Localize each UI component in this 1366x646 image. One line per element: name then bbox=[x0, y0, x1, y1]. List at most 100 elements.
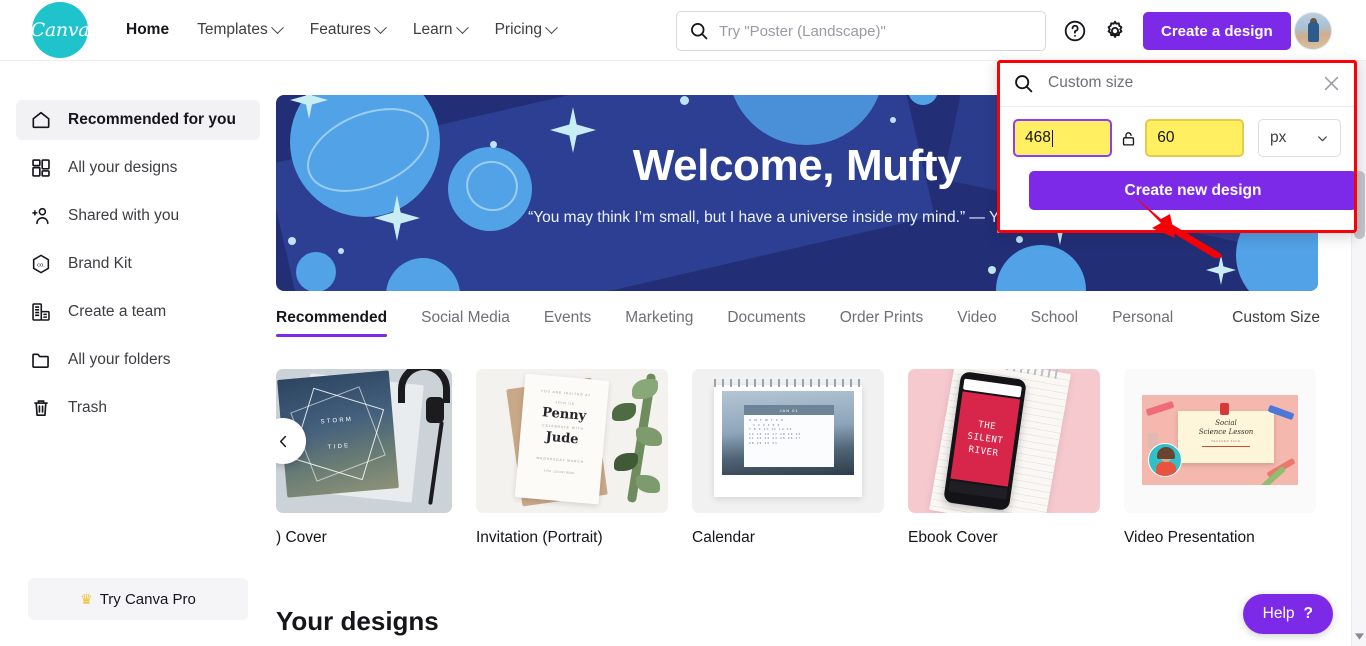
tab-label: Personal bbox=[1112, 309, 1174, 326]
brand-hexagon-icon: co. bbox=[32, 254, 50, 274]
template-card[interactable]: YOU ARE INVITED AT JOIN US Penny CELEBRA… bbox=[476, 369, 668, 547]
nav-item-templates-label: Templates bbox=[197, 21, 268, 38]
custom-size-panel-body: Custom size 468 60 px Create new design bbox=[997, 60, 1357, 233]
aspect-lock-button[interactable] bbox=[1112, 130, 1145, 147]
tab-label: School bbox=[1030, 309, 1079, 326]
template-card[interactable]: STORM TIDE ) Cover bbox=[276, 369, 452, 547]
tab-recommended[interactable]: Recommended bbox=[276, 309, 404, 337]
tab-events[interactable]: Events bbox=[527, 309, 608, 337]
avatar[interactable] bbox=[1294, 12, 1332, 50]
tab-label: Documents bbox=[727, 309, 806, 326]
sidebar-item-label: Create a team bbox=[68, 303, 167, 320]
size-input-row: 468 60 px bbox=[1013, 119, 1342, 157]
create-new-design-button[interactable]: Create new design bbox=[1029, 171, 1357, 210]
tab-school[interactable]: School bbox=[1014, 309, 1095, 337]
folder-icon bbox=[32, 353, 49, 368]
card-art-text: Science Lesson bbox=[1198, 428, 1254, 436]
banner-planet bbox=[996, 245, 1086, 291]
sidebar-item-create-a-team[interactable]: Create a team bbox=[16, 292, 260, 332]
scroll-down-arrow[interactable] bbox=[1352, 629, 1366, 643]
top-header: Canva Home Templates Features Learn Pric… bbox=[0, 0, 1366, 61]
help-circle-icon[interactable] bbox=[1063, 19, 1087, 43]
custom-size-link[interactable]: Custom Size bbox=[1232, 309, 1320, 327]
close-icon[interactable] bbox=[1322, 74, 1341, 93]
sidebar-item-all-your-folders[interactable]: All your folders bbox=[16, 340, 260, 380]
template-card-label: Video Presentation bbox=[1124, 529, 1255, 546]
width-input[interactable]: 468 bbox=[1013, 119, 1112, 157]
gear-icon[interactable] bbox=[1103, 19, 1127, 43]
tab-label: Social Media bbox=[421, 309, 510, 326]
banner-dot bbox=[1016, 236, 1023, 243]
avatar-body bbox=[1308, 22, 1319, 42]
template-card[interactable]: THE SILENT RIVER Ebook Cover bbox=[908, 369, 1100, 547]
home-icon bbox=[32, 111, 50, 129]
tab-social-media[interactable]: Social Media bbox=[404, 309, 527, 337]
search-input[interactable]: Try "Poster (Landscape)" bbox=[719, 23, 886, 40]
sidebar-item-brand-kit[interactable]: co. Brand Kit bbox=[16, 244, 260, 284]
chevron-down-icon bbox=[270, 20, 284, 34]
banner-dot bbox=[988, 266, 996, 274]
caret-down-icon bbox=[1355, 632, 1364, 640]
nav-item-templates[interactable]: Templates bbox=[183, 13, 296, 47]
add-people-icon bbox=[32, 207, 49, 225]
text-cursor bbox=[1051, 129, 1054, 147]
tab-video[interactable]: Video bbox=[940, 309, 1013, 337]
sidebar-item-label: Shared with you bbox=[68, 207, 180, 224]
global-search[interactable]: Try "Poster (Landscape)" bbox=[676, 11, 1046, 51]
building-icon bbox=[32, 303, 50, 321]
tab-label: Video bbox=[957, 309, 997, 326]
search-icon bbox=[1015, 74, 1033, 92]
tab-marketing[interactable]: Marketing bbox=[608, 309, 710, 337]
sidebar-item-all-your-designs[interactable]: All your designs bbox=[16, 148, 260, 188]
banner-dot bbox=[890, 117, 896, 123]
panel-search-label[interactable]: Custom size bbox=[1048, 74, 1308, 92]
tab-documents[interactable]: Documents bbox=[710, 309, 822, 337]
sidebar-item-shared-with-you[interactable]: Shared with you bbox=[16, 196, 260, 236]
create-a-design-label: Create a design bbox=[1161, 22, 1273, 40]
nav-item-learn-label: Learn bbox=[412, 21, 453, 38]
tab-personal[interactable]: Personal bbox=[1095, 309, 1190, 337]
tab-label: Marketing bbox=[625, 309, 694, 326]
chevron-down-icon bbox=[545, 20, 558, 34]
nav-item-features[interactable]: Features bbox=[296, 13, 399, 47]
canva-logo-text: Canva bbox=[30, 19, 90, 41]
template-card-label: ) Cover bbox=[276, 529, 327, 546]
template-card[interactable]: Social Science Lesson TEACHER FACE Video… bbox=[1124, 369, 1316, 547]
sidebar-item-trash[interactable]: Trash bbox=[16, 388, 260, 428]
try-canva-pro-button[interactable]: ♛ Try Canva Pro bbox=[28, 578, 248, 620]
card-art-text: RIVER bbox=[967, 444, 1000, 459]
template-carousel: STORM TIDE ) Cover YOU ARE INVITED AT JOI… bbox=[276, 369, 1356, 549]
height-input-value: 60 bbox=[1157, 129, 1175, 146]
banner-dot bbox=[680, 96, 689, 105]
crown-icon: ♛ bbox=[80, 590, 93, 607]
canva-logo[interactable]: Canva bbox=[30, 2, 90, 58]
nav-item-pricing-label: Pricing bbox=[494, 21, 542, 38]
template-thumbnail: YOU ARE INVITED AT JOIN US Penny CELEBRA… bbox=[476, 369, 668, 513]
nav-item-home-label: Home bbox=[126, 21, 170, 38]
sidebar-item-recommended-for-you[interactable]: Recommended for you bbox=[16, 100, 260, 140]
nav-item-pricing[interactable]: Pricing bbox=[481, 13, 570, 47]
unit-select[interactable]: px bbox=[1257, 119, 1342, 157]
create-a-design-button[interactable]: Create a design bbox=[1143, 12, 1291, 50]
help-button[interactable]: Help ? bbox=[1242, 594, 1333, 634]
try-canva-pro-label: Try Canva Pro bbox=[99, 590, 196, 608]
template-thumbnail: Social Science Lesson TEACHER FACE bbox=[1124, 369, 1316, 513]
template-card-label: Ebook Cover bbox=[908, 529, 998, 546]
tab-label: Events bbox=[543, 309, 592, 326]
tab-order-prints[interactable]: Order Prints bbox=[823, 309, 941, 337]
nav-item-learn[interactable]: Learn bbox=[399, 13, 481, 47]
panel-search-row[interactable]: Custom size bbox=[997, 60, 1357, 107]
banner-planet bbox=[908, 95, 938, 105]
template-card[interactable]: JAN 01 S M T W T F S 1 2 3 4 5 67 8 9 10… bbox=[692, 369, 884, 547]
question-mark-icon: ? bbox=[1303, 605, 1313, 622]
nav-item-home[interactable]: Home bbox=[112, 13, 183, 47]
height-input[interactable]: 60 bbox=[1145, 119, 1244, 157]
custom-size-panel: Custom size 468 60 px Create new design bbox=[997, 60, 1357, 233]
help-button-label: Help bbox=[1262, 605, 1295, 622]
card-art-text: JAN 01 bbox=[744, 405, 834, 415]
template-card-label: Calendar bbox=[692, 529, 755, 546]
chevron-down-icon bbox=[1318, 135, 1327, 141]
svg-text:co.: co. bbox=[37, 262, 45, 268]
template-card-label: Invitation (Portrait) bbox=[476, 529, 603, 546]
create-new-design-label: Create new design bbox=[1124, 181, 1262, 199]
